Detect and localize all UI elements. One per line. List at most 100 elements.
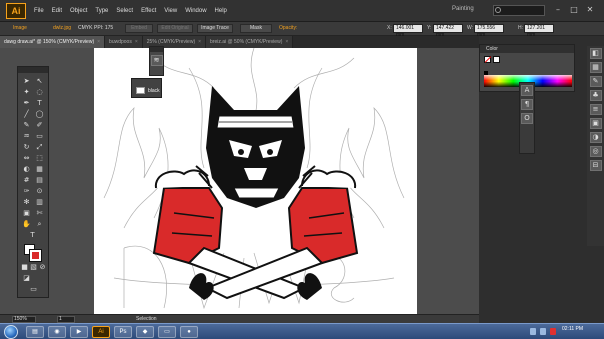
canvas-area[interactable] [0, 48, 479, 314]
opentype-icon[interactable]: O [521, 113, 533, 124]
menu-view[interactable]: View [160, 8, 181, 14]
ellipse-tool-icon[interactable]: ◯ [35, 110, 44, 119]
zoom-tool-icon[interactable]: ⌕ [35, 220, 44, 229]
menu-type[interactable]: Type [91, 8, 112, 14]
blend-tool-icon[interactable]: ⊙ [35, 187, 44, 196]
tab-dawg-draw[interactable]: dawg draw.ai* @ 150% (CMYK/Preview) × [0, 36, 106, 48]
gradient-tool-icon[interactable]: ▤ [35, 176, 44, 185]
zoom-field[interactable]: 150% [12, 316, 36, 323]
menu-window[interactable]: Window [181, 8, 210, 14]
tab-buwdpoos[interactable]: buwdpoos × [105, 36, 143, 48]
illustrator-taskbar-icon[interactable]: Ai [92, 326, 110, 338]
eraser-tool-icon[interactable]: ▭ [35, 132, 44, 141]
hand-tool-icon[interactable]: ✋ [22, 220, 31, 229]
browser-taskbar-icon[interactable]: ◉ [48, 326, 66, 338]
blob-brush-tool-icon[interactable]: ♒ [22, 132, 31, 141]
paintbrush-tool-icon[interactable]: ✎ [22, 121, 31, 130]
x-field[interactable]: 146.001 mm [393, 24, 423, 38]
eyedropper-tool-icon[interactable]: ✑ [22, 187, 31, 196]
menu-object[interactable]: Object [66, 8, 91, 14]
stroke-icon[interactable]: ≡ [589, 104, 602, 115]
paragraph-icon[interactable]: ¶ [521, 99, 533, 110]
mask-button[interactable]: Mask [240, 24, 272, 33]
close-icon[interactable]: × [97, 39, 100, 45]
y-field[interactable]: 147.422 mm [433, 24, 463, 38]
opacity-label[interactable]: Opacity: [279, 25, 297, 31]
workspace-switcher[interactable]: Painting [452, 6, 474, 12]
height-field[interactable]: 127.201 mm [524, 24, 554, 38]
swatches-icon[interactable]: ▦ [589, 62, 602, 73]
tools-panel-header[interactable] [18, 67, 48, 73]
volume-icon[interactable] [540, 328, 546, 335]
color-panel-title[interactable]: Color [480, 45, 574, 53]
menu-select[interactable]: Select [112, 8, 137, 14]
pencil-tool-icon[interactable]: ✐ [35, 121, 44, 130]
explorer-taskbar-icon[interactable]: ▤ [26, 326, 44, 338]
gradient-mode-icon[interactable]: ▧ [29, 263, 38, 272]
network-icon[interactable] [530, 328, 536, 335]
image-trace-button[interactable]: Image Trace [197, 24, 233, 33]
clock[interactable]: 02:11 PM [562, 326, 583, 332]
menu-help[interactable]: Help [211, 8, 231, 14]
linked-file-link[interactable]: dwlz.jpg [53, 25, 71, 31]
photoshop-taskbar-icon[interactable]: Ps [114, 326, 132, 338]
close-icon[interactable]: × [135, 39, 138, 45]
media-taskbar-icon[interactable]: ▶ [70, 326, 88, 338]
start-button[interactable] [4, 325, 18, 339]
maximize-button[interactable]: □ [568, 4, 580, 14]
stroke-swatch[interactable] [29, 249, 42, 262]
selection-tool-icon[interactable]: ➤ [22, 77, 31, 86]
close-icon[interactable]: × [198, 39, 201, 45]
tab-breiz[interactable]: breiz.ai @ 50% (CMYK/Preview) × [206, 36, 294, 48]
edit-original-button[interactable]: Edit Original [157, 24, 193, 33]
magic-wand-tool-icon[interactable]: ✦ [22, 88, 31, 97]
direct-selection-tool-icon[interactable]: ↖ [35, 77, 44, 86]
layer-popup[interactable]: black [131, 78, 162, 98]
brushes-icon[interactable]: ✎ [589, 76, 602, 87]
none-mode-icon[interactable]: ⊘ [38, 263, 47, 272]
type-on-path-tool-icon[interactable]: T [28, 231, 37, 240]
app-taskbar-icon[interactable]: ◆ [136, 326, 154, 338]
layers-icon[interactable]: ≋ [150, 55, 163, 66]
rotate-tool-icon[interactable]: ↻ [22, 143, 31, 152]
draw-mode-icon[interactable]: ◪ [22, 274, 31, 283]
menu-edit[interactable]: Edit [48, 8, 66, 14]
mesh-tool-icon[interactable]: # [22, 176, 31, 185]
perspective-grid-tool-icon[interactable]: ▦ [35, 165, 44, 174]
status-tool-label[interactable]: Selection [136, 316, 157, 322]
transparency-icon[interactable]: ◑ [589, 132, 602, 143]
symbols-icon[interactable]: ♣ [589, 90, 602, 101]
search-input[interactable] [493, 5, 545, 16]
artboard-number-field[interactable]: 1 [57, 316, 75, 323]
artboard-tool-icon[interactable]: ▣ [22, 209, 31, 218]
white-swatch[interactable] [493, 56, 500, 63]
alert-icon[interactable] [550, 328, 556, 335]
close-button[interactable]: ✕ [584, 4, 596, 14]
slice-tool-icon[interactable]: ✄ [35, 209, 44, 218]
color-mode-icon[interactable]: ■ [20, 263, 29, 272]
character-icon[interactable]: A [521, 85, 533, 96]
app2-taskbar-icon[interactable]: ● [180, 326, 198, 338]
shape-builder-tool-icon[interactable]: ◐ [22, 165, 31, 174]
width-tool-icon[interactable]: ⇔ [22, 154, 31, 163]
line-tool-icon[interactable]: ╱ [22, 110, 31, 119]
align-icon[interactable]: ⊟ [589, 160, 602, 171]
type-tool-icon[interactable]: T [35, 99, 44, 108]
width-field[interactable]: 175.556 mm [474, 24, 504, 38]
free-transform-tool-icon[interactable]: ⬚ [35, 154, 44, 163]
none-swatch[interactable] [484, 56, 491, 63]
appearance-icon[interactable]: ◎ [589, 146, 602, 157]
graph-tool-icon[interactable]: ▥ [35, 198, 44, 207]
menu-file[interactable]: File [30, 8, 48, 14]
gradient-icon[interactable]: ▣ [589, 118, 602, 129]
panel-header[interactable] [150, 47, 163, 52]
pen-tool-icon[interactable]: ✒ [22, 99, 31, 108]
folder-taskbar-icon[interactable]: ▭ [158, 326, 176, 338]
screen-mode-icon[interactable]: ▭ [29, 285, 38, 294]
lasso-tool-icon[interactable]: ◌ [35, 88, 44, 97]
scale-tool-icon[interactable]: ⤢ [35, 143, 44, 152]
embed-button[interactable]: Embed [125, 24, 153, 33]
color-guide-icon[interactable]: ◧ [589, 48, 602, 59]
minimize-button[interactable]: – [552, 4, 564, 14]
menu-effect[interactable]: Effect [137, 8, 160, 14]
